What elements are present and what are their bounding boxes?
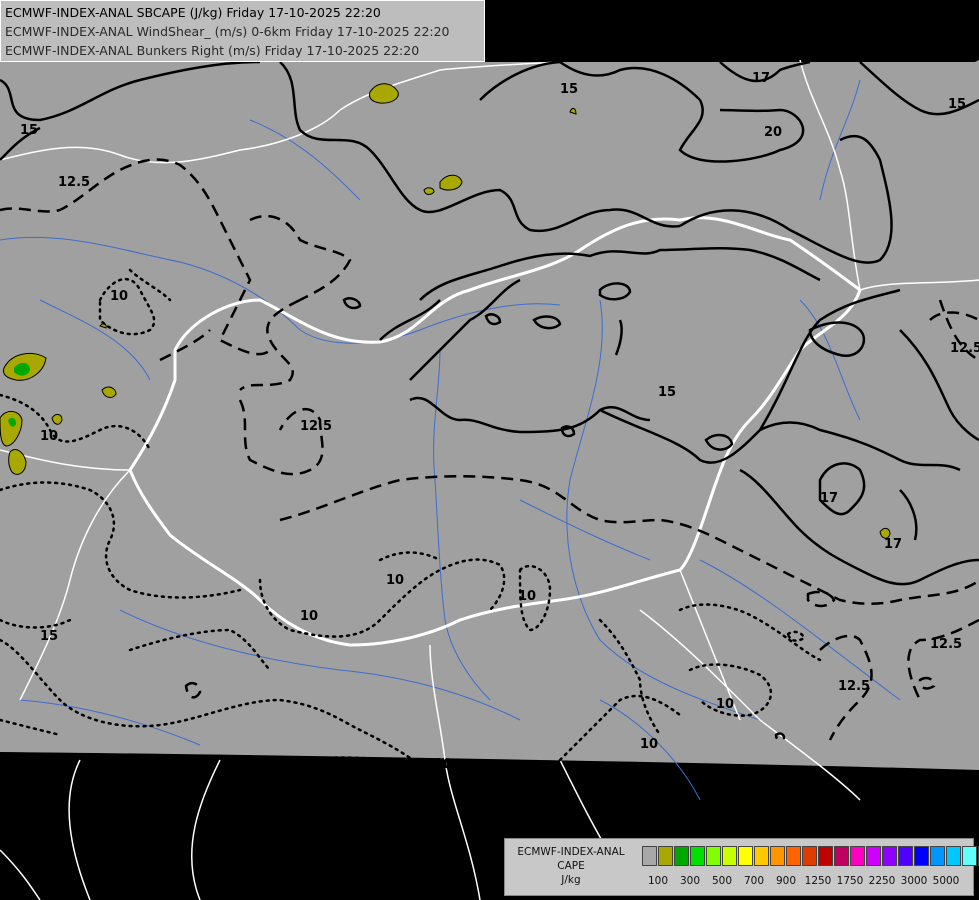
legend-tick-label: 1750: [836, 875, 864, 887]
legend-tick-label: 700: [743, 875, 765, 887]
legend-swatch: [738, 846, 753, 866]
contour-label: 17: [884, 537, 902, 552]
contour-label: 10: [518, 589, 536, 604]
legend-title-param: CAPE: [557, 860, 585, 872]
title-sbcape: ECMWF-INDEX-ANAL SBCAPE (J/kg) Friday 17…: [5, 5, 381, 20]
legend-swatch: [946, 846, 961, 866]
legend-swatch: [914, 846, 929, 866]
legend-swatch: [786, 846, 801, 866]
legend-swatch: [898, 846, 913, 866]
legend-swatch: [754, 846, 769, 866]
title-windshear: ECMWF-INDEX-ANAL WindShear_ (m/s) 0-6km …: [5, 24, 450, 39]
contour-label: 17: [752, 71, 770, 86]
contour-label: 20: [764, 125, 782, 140]
legend-swatch: [850, 846, 865, 866]
cape-legend: ECMWF-INDEX-ANAL CAPE J/kg 100 300 500 700 9…: [504, 838, 979, 896]
model-domain: [0, 60, 979, 770]
legend-tick-label: 500: [711, 875, 733, 887]
legend-tick-label: 3000: [900, 875, 928, 887]
legend-title-model: ECMWF-INDEX-ANAL: [517, 846, 625, 858]
contour-label: 12.5: [58, 175, 90, 190]
contour-label: 15: [948, 97, 966, 112]
legend-tick-label: 300: [679, 875, 701, 887]
contour-label: 10: [434, 757, 452, 772]
legend-tick-label: 900: [775, 875, 797, 887]
contour-label: 17: [820, 491, 838, 506]
legend-swatch: [770, 846, 785, 866]
legend-swatch: [962, 846, 977, 866]
contour-label: 10: [386, 573, 404, 588]
contour-label: 12.5: [838, 679, 870, 694]
legend-swatches: [642, 846, 979, 866]
legend-title-unit: J/kg: [561, 874, 581, 886]
contour-label: 15: [40, 629, 58, 644]
title-box: ECMWF-INDEX-ANAL SBCAPE (J/kg) Friday 17…: [0, 0, 485, 62]
contour-label: 10: [300, 609, 318, 624]
legend-swatch: [658, 846, 673, 866]
legend-swatch: [818, 846, 833, 866]
contour-label: 12.5: [930, 637, 962, 652]
contour-label: 12.5: [950, 341, 979, 356]
contour-label: 10: [40, 429, 58, 444]
contour-label: 10: [716, 697, 734, 712]
contour-label: 15: [20, 123, 38, 138]
contour-label: 10: [110, 289, 128, 304]
legend-swatch: [882, 846, 897, 866]
legend-tick-label: 2250: [868, 875, 896, 887]
legend-swatch: [690, 846, 705, 866]
legend-swatch: [866, 846, 881, 866]
legend-tick-label: 1250: [804, 875, 832, 887]
legend-title: ECMWF-INDEX-ANAL CAPE J/kg: [507, 845, 635, 887]
legend-swatch: [834, 846, 849, 866]
legend-swatch: [642, 846, 657, 866]
legend-tick-label: 5000: [932, 875, 960, 887]
legend-swatch: [930, 846, 945, 866]
legend-swatch: [802, 846, 817, 866]
legend-swatch: [674, 846, 689, 866]
legend-swatch: [706, 846, 721, 866]
contour-label: 15: [560, 82, 578, 97]
title-bunkers: ECMWF-INDEX-ANAL Bunkers Right (m/s) Fri…: [5, 43, 420, 58]
contour-label: 12.5: [300, 419, 332, 434]
legend-tick-label: 100: [647, 875, 669, 887]
contour-label: 10: [640, 737, 658, 752]
weather-map: 15 17 15 20 15 17 17 15 12.5 12.5 12.5 1…: [0, 0, 979, 900]
contour-label: 15: [658, 385, 676, 400]
legend-swatch: [722, 846, 737, 866]
